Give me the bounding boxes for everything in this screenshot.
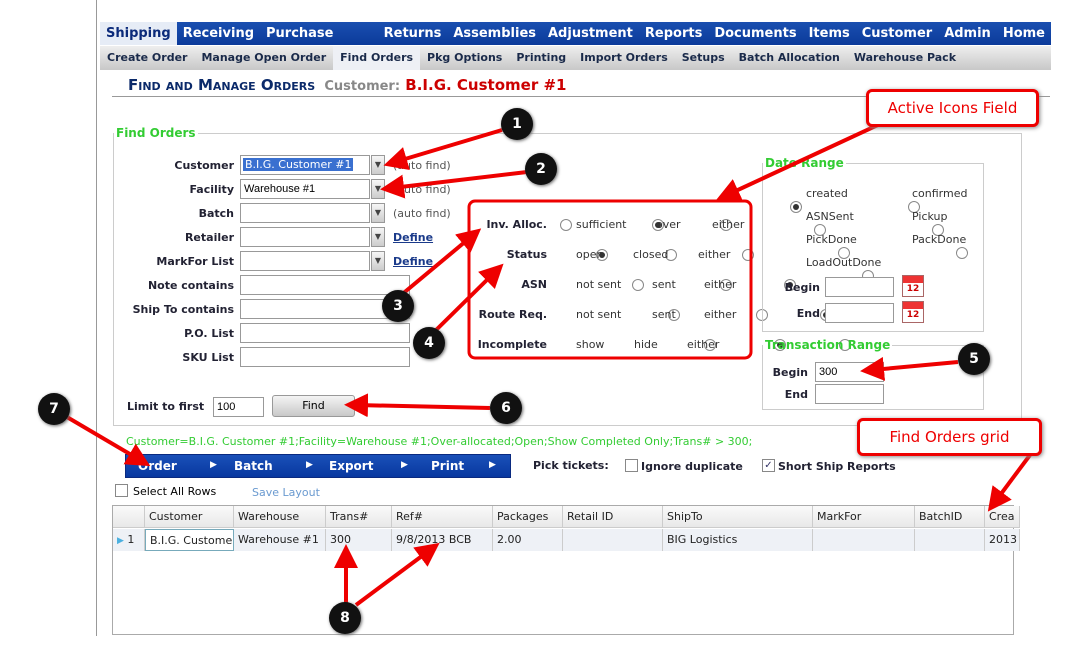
callout-number-1: 1 <box>501 108 533 140</box>
callout-number-8: 8 <box>329 602 361 634</box>
callout-number-3: 3 <box>382 290 414 322</box>
callout-number-5: 5 <box>958 343 990 375</box>
callout-number-4: 4 <box>413 327 445 359</box>
find-grid-callout: Find Orders grid <box>857 418 1042 456</box>
active-icons-callout: Active Icons Field <box>866 89 1039 127</box>
callout-number-6: 6 <box>490 392 522 424</box>
callout-number-2: 2 <box>525 153 557 185</box>
callout-number-7: 7 <box>38 393 70 425</box>
active-icons-highlight <box>467 199 753 360</box>
